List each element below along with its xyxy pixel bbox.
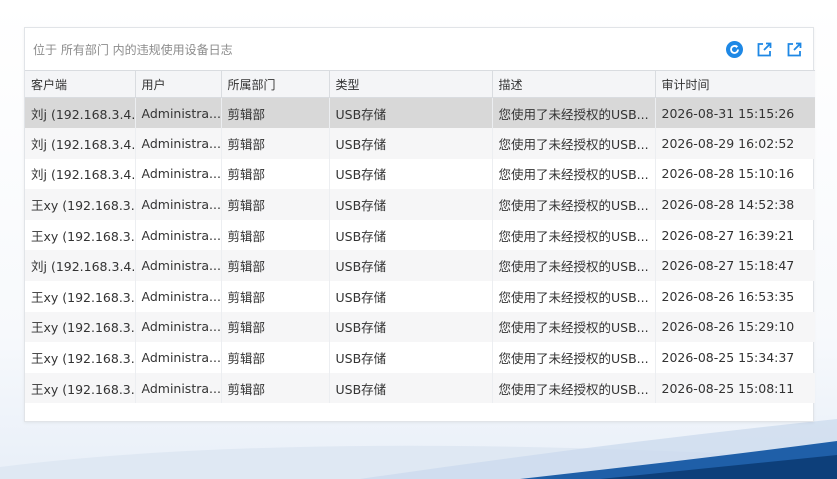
- cell-client: 刘j (192.168.3.4...: [25, 158, 136, 190]
- cell-type: USB存储: [329, 281, 493, 312]
- panel-title: 位于 所有部门 内的违规使用设备日志: [33, 42, 233, 57]
- cell-client: 王xy (192.168.3...: [25, 342, 136, 373]
- cell-description: 您使用了未经授权的USB...: [492, 281, 656, 312]
- cell-description: 您使用了未经授权的USB...: [492, 128, 656, 159]
- cell-client: 王xy (192.168.3...: [25, 189, 136, 220]
- cell-audit-time: 2026-08-26 15:29:10: [655, 311, 815, 343]
- cell-department: 剪辑部: [221, 281, 330, 312]
- log-table: 客户端 用户 所属部门 类型 描述 审计时间 刘j (192.168.3.4..…: [25, 70, 815, 404]
- cell-department: 剪辑部: [221, 97, 330, 129]
- export-all-button[interactable]: [785, 40, 803, 58]
- cell-audit-time: 2026-08-27 15:18:47: [655, 250, 815, 282]
- cell-type: USB存储: [329, 158, 493, 190]
- refresh-button[interactable]: [725, 40, 743, 58]
- cell-client: 刘j (192.168.3.4...: [25, 97, 136, 129]
- cell-department: 剪辑部: [221, 189, 330, 220]
- cell-client: 刘j (192.168.3.4...: [25, 128, 136, 159]
- header-description[interactable]: 描述: [492, 70, 656, 98]
- cell-user: Administra...: [135, 311, 222, 343]
- cell-department: 剪辑部: [221, 250, 330, 282]
- cell-audit-time: 2026-08-25 15:08:11: [655, 372, 815, 404]
- table-row[interactable]: 王xy (192.168.3... Administra... 剪辑部 USB存储 您使…: [25, 219, 815, 251]
- header-user[interactable]: 用户: [135, 70, 222, 98]
- cell-user: Administra...: [135, 158, 222, 190]
- cell-type: USB存储: [329, 311, 493, 343]
- table-row[interactable]: 王xy (192.168.3... Administra... 剪辑部 USB存储 您使…: [25, 311, 815, 343]
- cell-type: USB存储: [329, 189, 493, 220]
- cell-department: 剪辑部: [221, 128, 330, 159]
- cell-user: Administra...: [135, 97, 222, 129]
- cell-user: Administra...: [135, 372, 222, 404]
- cell-type: USB存储: [329, 97, 493, 129]
- table-row[interactable]: 王xy (192.168.3... Administra... 剪辑部 USB存储 您使…: [25, 372, 815, 404]
- header-type[interactable]: 类型: [329, 70, 493, 98]
- cell-user: Administra...: [135, 219, 222, 251]
- cell-client: 刘j (192.168.3.4...: [25, 250, 136, 282]
- cell-type: USB存储: [329, 128, 493, 159]
- cell-audit-time: 2026-08-25 15:34:37: [661, 350, 795, 366]
- cell-type: USB存储: [329, 250, 493, 282]
- cell-user: Administra...: [135, 128, 222, 159]
- cell-user: Administra...: [135, 281, 222, 312]
- cell-description: 您使用了未经授权的USB...: [492, 250, 656, 282]
- table-row[interactable]: 王xy (192.168.3... Administra... 剪辑部 USB存储 您使…: [25, 342, 815, 373]
- cell-user: Administra...: [135, 250, 222, 282]
- cell-client: 王xy (192.168.3...: [25, 372, 136, 404]
- export-button[interactable]: [755, 40, 773, 58]
- cell-description: 您使用了未经授权的USB...: [492, 372, 656, 404]
- cell-audit-time: 2026-08-26 16:53:35: [661, 288, 795, 304]
- table-row[interactable]: 刘j (192.168.3.4... Administra... 剪辑部 USB存储您…: [25, 158, 815, 190]
- cell-department: 剪辑部: [221, 158, 330, 190]
- export-icon: [757, 42, 771, 56]
- table-header-row: 客户端 用户 所属部门 类型 描述 审计时间: [25, 70, 815, 98]
- cell-audit-time: 2026-08-28 15:10:16: [661, 166, 795, 182]
- log-panel: 位于 所有部门 内的违规使用设备日志 客户端 用户 所属部门 类型 描述 审计时…: [24, 27, 815, 422]
- header-client[interactable]: 客户端: [25, 70, 136, 98]
- export-all-icon: [787, 42, 801, 56]
- cell-description: 您使用了未经授权的USB...: [492, 311, 656, 343]
- cell-description: 您使用了未经授权的USB...: [492, 219, 656, 251]
- panel-header: 位于 所有部门 内的违规使用设备日志: [25, 28, 813, 70]
- cell-type: USB存储: [329, 372, 493, 404]
- cell-description: 您使用了未经授权的USB...: [492, 97, 656, 129]
- table-row[interactable]: 刘j (192.168.3.4... Administra... 剪辑部 USB存储您…: [25, 128, 815, 159]
- cell-description: 您使用了未经授权的USB...: [492, 158, 656, 190]
- cell-type: USB存储: [329, 342, 493, 373]
- table-row[interactable]: 刘j (192.168.3.4... Administra... 剪辑部 USB存储您…: [25, 97, 815, 129]
- cell-department: 剪辑部: [221, 311, 330, 343]
- cell-description: 您使用了未经授权的USB...: [492, 342, 656, 373]
- cell-description: 您使用了未经授权的USB...: [492, 189, 656, 220]
- cell-department: 剪辑部: [221, 219, 330, 251]
- toolbar: [725, 40, 803, 58]
- refresh-icon: [725, 40, 743, 58]
- header-audit-time[interactable]: 审计时间: [655, 70, 815, 98]
- header-department[interactable]: 所属部门: [221, 70, 330, 98]
- cell-department: 剪辑部: [221, 372, 330, 404]
- cell-audit-time: 2026-08-27 16:39:21: [661, 227, 795, 243]
- cell-client: 王xy (192.168.3...: [25, 281, 136, 312]
- table-row[interactable]: 王xy (192.168.3... Administra... 剪辑部 USB存储 您使…: [25, 281, 815, 312]
- cell-user: Administra...: [135, 189, 222, 220]
- cell-audit-time: 2026-08-29 16:02:52: [655, 128, 815, 159]
- cell-type: USB存储: [329, 219, 493, 251]
- cell-department: 剪辑部: [221, 342, 330, 373]
- table-row[interactable]: 王xy (192.168.3... Administra... 剪辑部 USB存储 您使…: [25, 189, 815, 220]
- cell-client: 王xy (192.168.3...: [25, 219, 136, 251]
- cell-audit-time: 2026-08-31 15:15:26: [655, 97, 815, 129]
- cell-audit-time: 2026-08-28 14:52:38: [655, 189, 815, 220]
- cell-user: Administra...: [135, 342, 222, 373]
- cell-client: 王xy (192.168.3...: [25, 311, 136, 343]
- table-row[interactable]: 刘j (192.168.3.4... Administra... 剪辑部 USB存储您…: [25, 250, 815, 282]
